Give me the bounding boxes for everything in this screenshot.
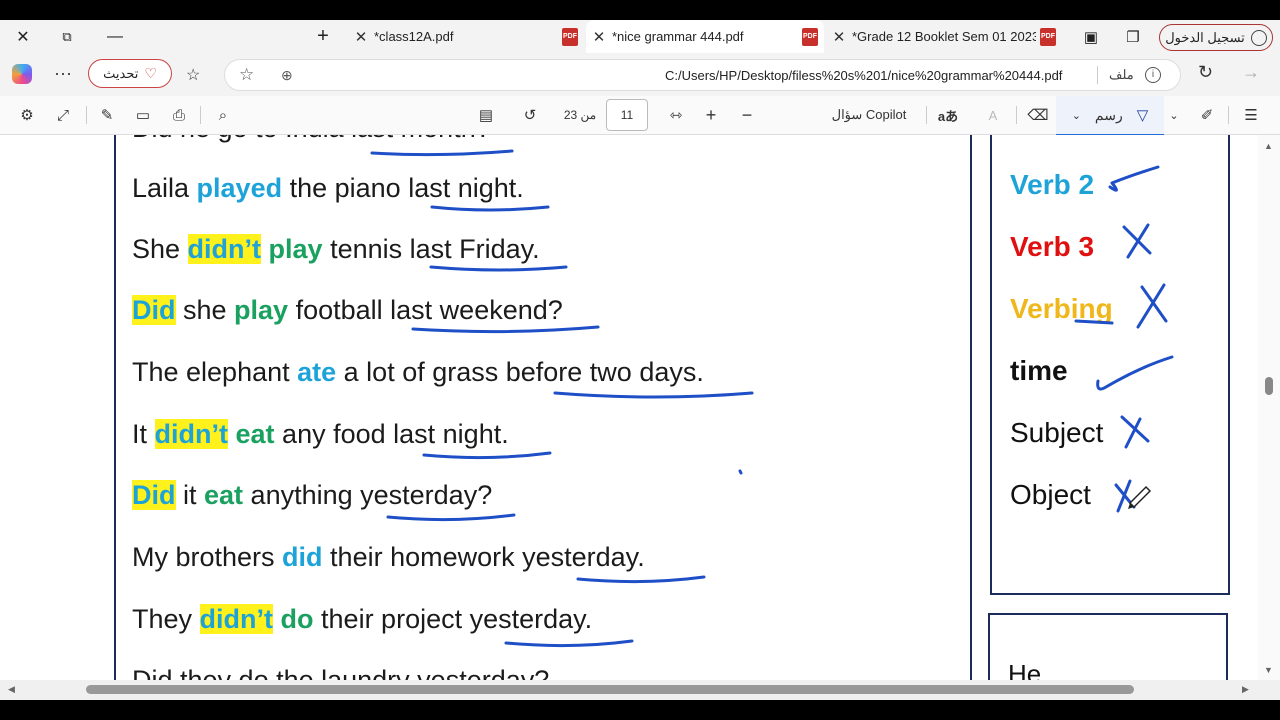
refresh-button[interactable]: تحديث ♡ — [88, 59, 172, 88]
rotate-icon[interactable]: ↺ — [518, 96, 542, 134]
fullscreen-icon[interactable]: ⤢ — [50, 96, 76, 134]
check-mark-icon — [1096, 355, 1174, 391]
copilot-icon[interactable] — [12, 64, 32, 84]
pdf-toolbar: ⚙ ⤢ ✎ ▭ ⎙ ⌕ ▤ ↺ من 23 11 ⇿ + − سؤال Copi… — [0, 96, 1280, 136]
tab-title: *nice grammar 444.pdf — [612, 29, 744, 44]
tab-title: *class12A.pdf — [374, 29, 454, 44]
zoom-out-icon[interactable]: − — [736, 96, 758, 134]
read-aloud-icon[interactable]: A — [980, 96, 1006, 134]
divider — [86, 106, 87, 124]
tab-grade12-booklet[interactable]: ✕ *Grade 12 Booklet Sem 01 2023-2 PDF — [826, 20, 1062, 53]
add-favorite-icon[interactable]: ☆ — [239, 65, 254, 85]
sign-in-label: تسجيل الدخول — [1165, 29, 1245, 45]
refresh-label: تحديث — [103, 65, 139, 81]
close-tab-icon[interactable]: ✕ — [586, 28, 612, 46]
scroll-left-icon[interactable]: ◀ — [8, 684, 15, 695]
cross-mark-icon — [1136, 283, 1168, 329]
ink-annotations — [370, 149, 1174, 648]
collections-icon[interactable]: ❐ — [1116, 20, 1150, 53]
pdf-icon: PDF — [1040, 27, 1056, 46]
scroll-right-icon[interactable]: ▶ — [1242, 684, 1249, 695]
translate-icon[interactable]: aあ — [934, 96, 962, 134]
info-icon[interactable]: i — [1145, 67, 1161, 83]
address-bar-row: ··· تحديث ♡ ☆ ☆ ⊕ C:/Users/HP/Desktop/fi… — [0, 53, 1280, 96]
draw-button[interactable]: ⌄ رسم ▽ — [1056, 96, 1164, 136]
zoom-in-icon[interactable]: + — [700, 96, 722, 134]
underline-ink — [430, 205, 550, 212]
highlighter-icon[interactable]: ✐ — [1194, 96, 1220, 134]
divider — [1228, 106, 1229, 124]
url-text[interactable]: C:/Users/HP/Desktop/filess%20s%201/nice%… — [665, 68, 1062, 83]
close-tab-icon[interactable]: ✕ — [348, 28, 374, 46]
address-box[interactable]: ☆ ⊕ C:/Users/HP/Desktop/filess%20s%201/n… — [224, 59, 1181, 91]
divider — [926, 106, 927, 124]
underline-ink — [422, 451, 552, 460]
pdf-icon: PDF — [802, 27, 818, 46]
page-number-input[interactable]: 11 — [606, 99, 648, 131]
vertical-scrollbar[interactable]: ▲ ▼ — [1258, 135, 1280, 680]
divider — [1016, 106, 1017, 124]
tab-nice-grammar[interactable]: ✕ *nice grammar 444.pdf PDF — [586, 20, 824, 53]
ask-copilot-button[interactable]: سؤال Copilot — [820, 96, 918, 134]
horizontal-scrollbar[interactable]: ◀ ▶ — [0, 680, 1280, 700]
favorites-icon[interactable]: ☆ — [186, 65, 200, 85]
print-icon[interactable]: ⎙ — [166, 96, 192, 134]
edit-icon[interactable]: ✎ — [94, 96, 120, 134]
scroll-up-icon[interactable]: ▲ — [1264, 141, 1273, 151]
underline-ink — [411, 325, 600, 334]
scroll-down-icon[interactable]: ▼ — [1264, 665, 1273, 675]
page-view-icon[interactable]: ▤ — [474, 96, 498, 134]
save-icon[interactable]: ▭ — [130, 96, 156, 134]
ink-dot — [738, 469, 743, 475]
more-icon[interactable]: ··· — [54, 63, 72, 84]
scroll-thumb[interactable] — [86, 685, 1134, 694]
close-window-icon[interactable]: ✕ — [6, 20, 40, 53]
tab-bar: ✕ ⧉ — + ✕ *class12A.pdf PDF ✕ *nice gram… — [0, 20, 1280, 53]
divider — [200, 106, 201, 124]
minimize-icon[interactable]: — — [98, 20, 132, 53]
tab-class12a[interactable]: ✕ *class12A.pdf PDF — [348, 20, 584, 53]
chevron-down-icon[interactable]: ⌄ — [1072, 109, 1081, 122]
page-count: من 23 — [563, 108, 597, 122]
divider — [1097, 66, 1098, 84]
search-icon[interactable]: ⌕ — [210, 96, 236, 134]
chevron-down-icon[interactable]: ⌄ — [1166, 96, 1182, 134]
fit-width-icon[interactable]: ⇿ — [664, 96, 688, 134]
underline-ink — [429, 265, 568, 272]
cross-mark-icon — [1122, 223, 1152, 259]
underline-ink — [504, 639, 634, 648]
eraser-icon[interactable]: ⌫ — [1026, 96, 1050, 134]
underline-ink — [370, 149, 514, 157]
pdf-page: He Did he go to India last month? Laila … — [0, 135, 1280, 680]
close-tab-icon[interactable]: ✕ — [826, 28, 852, 46]
pdf-icon: PDF — [562, 27, 578, 46]
contents-icon[interactable]: ☰ — [1238, 96, 1264, 134]
new-tab-icon[interactable]: + — [306, 20, 340, 53]
reload-icon[interactable]: ↻ — [1198, 62, 1213, 83]
heart-pulse-icon: ♡ — [144, 65, 157, 81]
draw-label: رسم — [1094, 106, 1123, 123]
file-label: ملف — [1109, 67, 1134, 82]
underline-ink — [553, 391, 754, 399]
tab-actions-icon[interactable]: ⧉ — [50, 20, 84, 53]
zoom-icon[interactable]: ⊕ — [281, 67, 293, 84]
pencil-cursor-icon — [1128, 485, 1152, 509]
underline-ink — [386, 513, 516, 522]
settings-icon[interactable]: ⚙ — [14, 96, 40, 134]
profile-icon — [1250, 29, 1267, 46]
underline-ink — [576, 575, 706, 584]
forward-icon[interactable]: → — [1242, 62, 1260, 83]
cross-mark-icon — [1120, 415, 1150, 449]
tab-layout-icon[interactable]: ▣ — [1074, 20, 1108, 53]
scroll-thumb[interactable] — [1265, 377, 1273, 395]
pen-icon: ▽ — [1136, 107, 1149, 124]
underline-ink — [1074, 319, 1114, 325]
tab-title: *Grade 12 Booklet Sem 01 2023-2 — [852, 29, 1036, 44]
sign-in-button[interactable]: تسجيل الدخول — [1159, 24, 1273, 51]
check-mark-icon — [1108, 165, 1160, 192]
